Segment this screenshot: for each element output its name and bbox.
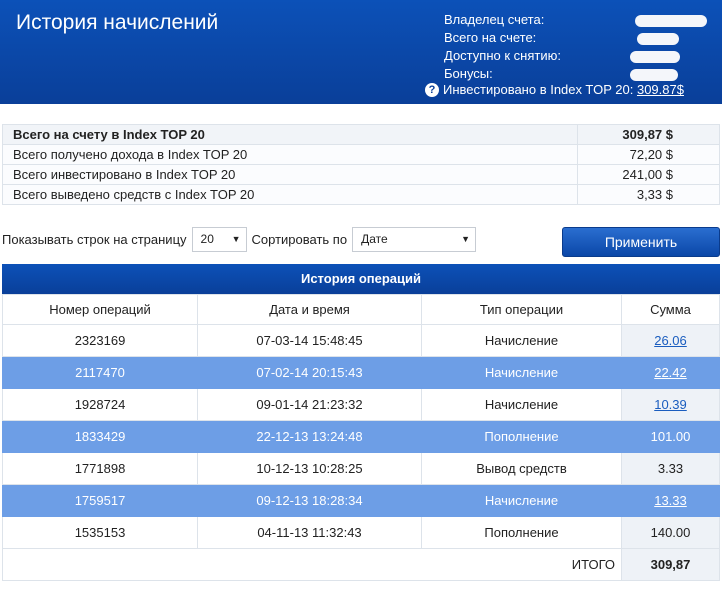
cell-id: 1535153 xyxy=(2,516,198,549)
cell-id: 2323169 xyxy=(2,324,198,357)
operations-table: История операций Номер операций Дата и в… xyxy=(2,264,720,581)
invested-label: Инвестировано в Index TOP 20: xyxy=(443,82,634,97)
owner-label: Владелец счета: xyxy=(444,12,545,27)
cell-id: 1928724 xyxy=(2,388,198,421)
page-header: История начислений Владелец счета: Всего… xyxy=(0,0,722,104)
table-header-row: Номер операций Дата и время Тип операции… xyxy=(2,294,720,325)
summary-table: Всего на счету в Index TOP 20 309,87 $ В… xyxy=(2,124,720,205)
table-row: 1759517 09-12-13 18:28:34 Начисление 13.… xyxy=(2,484,720,517)
cell-type: Начисление xyxy=(421,484,622,517)
invested-link[interactable]: 309.87$ xyxy=(637,82,684,97)
table-row: 1771898 10-12-13 10:28:25 Вывод средств … xyxy=(2,452,720,485)
table-row: 1833429 22-12-13 13:24:48 Пополнение 101… xyxy=(2,420,720,453)
sort-select[interactable]: Дате ▼ xyxy=(352,226,477,252)
filter-controls: Показывать строк на страницу 20 ▼ Сортир… xyxy=(2,226,477,252)
redacted-bonus xyxy=(630,69,678,81)
summary-value: 3,33 $ xyxy=(577,184,720,205)
operations-caption: История операций xyxy=(2,264,720,294)
cell-amount: 10.39 xyxy=(621,388,720,421)
cell-type: Вывод средств xyxy=(421,452,622,485)
column-header-amount: Сумма xyxy=(621,294,720,325)
column-header-type: Тип операции xyxy=(421,294,622,325)
total-value: 309,87 xyxy=(621,548,720,581)
summary-row: Всего получено дохода в Index TOP 20 72,… xyxy=(2,144,720,165)
page-title: История начислений xyxy=(16,11,219,34)
table-row: 1928724 09-01-14 21:23:32 Начисление 10.… xyxy=(2,388,720,421)
rows-per-page-label: Показывать строк на страницу xyxy=(2,231,187,247)
cell-amount: 13.33 xyxy=(621,484,720,517)
redacted-available xyxy=(630,51,680,63)
invested-row: ? Инвестировано в Index TOP 20: 309.87$ xyxy=(425,82,684,98)
account-info: Владелец счета: Всего на счете: Доступно… xyxy=(444,11,561,83)
cell-id: 2117470 xyxy=(2,356,198,389)
cell-amount: 26.06 xyxy=(621,324,720,357)
total-label: ИТОГО xyxy=(2,548,622,581)
available-label: Доступно к снятию: xyxy=(444,48,561,63)
sort-label: Сортировать по xyxy=(251,231,348,247)
cell-date: 09-01-14 21:23:32 xyxy=(197,388,422,421)
cell-id: 1759517 xyxy=(2,484,198,517)
amount-link[interactable]: 26.06 xyxy=(654,333,687,348)
cell-type: Начисление xyxy=(421,324,622,357)
column-header-id: Номер операций xyxy=(2,294,198,325)
redacted-total xyxy=(637,33,679,45)
sort-value: Дате xyxy=(361,231,388,246)
summary-label: Всего выведено средств с Index TOP 20 xyxy=(2,184,578,205)
total-row: ИТОГО 309,87 xyxy=(2,548,720,581)
amount-link[interactable]: 13.33 xyxy=(654,493,687,508)
cell-type: Пополнение xyxy=(421,516,622,549)
summary-label: Всего на счету в Index TOP 20 xyxy=(2,124,578,145)
summary-row: Всего инвестировано в Index TOP 20 241,0… xyxy=(2,164,720,185)
cell-type: Пополнение xyxy=(421,420,622,453)
amount-link[interactable]: 10.39 xyxy=(654,397,687,412)
cell-date: 09-12-13 18:28:34 xyxy=(197,484,422,517)
apply-button[interactable]: Применить xyxy=(562,227,720,257)
rows-per-page-select[interactable]: 20 ▼ xyxy=(191,226,247,252)
cell-id: 1771898 xyxy=(2,452,198,485)
cell-date: 07-03-14 15:48:45 xyxy=(197,324,422,357)
table-row: 1535153 04-11-13 11:32:43 Пополнение 140… xyxy=(2,516,720,549)
table-row: 2323169 07-03-14 15:48:45 Начисление 26.… xyxy=(2,324,720,357)
summary-label: Всего инвестировано в Index TOP 20 xyxy=(2,164,578,185)
summary-value: 309,87 $ xyxy=(577,124,720,145)
summary-label: Всего получено дохода в Index TOP 20 xyxy=(2,144,578,165)
cell-id: 1833429 xyxy=(2,420,198,453)
summary-row: Всего выведено средств с Index TOP 20 3,… xyxy=(2,184,720,205)
summary-value: 72,20 $ xyxy=(577,144,720,165)
redacted-owner xyxy=(635,15,707,27)
cell-type: Начисление xyxy=(421,356,622,389)
cell-date: 22-12-13 13:24:48 xyxy=(197,420,422,453)
table-row: 2117470 07-02-14 20:15:43 Начисление 22.… xyxy=(2,356,720,389)
cell-date: 04-11-13 11:32:43 xyxy=(197,516,422,549)
cell-amount: 3.33 xyxy=(621,452,720,485)
cell-amount: 22.42 xyxy=(621,356,720,389)
amount-link[interactable]: 22.42 xyxy=(654,365,687,380)
column-header-date: Дата и время xyxy=(197,294,422,325)
cell-type: Начисление xyxy=(421,388,622,421)
cell-date: 07-02-14 20:15:43 xyxy=(197,356,422,389)
summary-value: 241,00 $ xyxy=(577,164,720,185)
rows-per-page-value: 20 xyxy=(200,231,214,246)
total-label: Всего на счете: xyxy=(444,30,537,45)
help-icon[interactable]: ? xyxy=(425,83,439,97)
chevron-down-icon: ▼ xyxy=(461,233,471,244)
bonus-label: Бонусы: xyxy=(444,66,493,81)
cell-date: 10-12-13 10:28:25 xyxy=(197,452,422,485)
chevron-down-icon: ▼ xyxy=(231,233,241,244)
cell-amount: 140.00 xyxy=(621,516,720,549)
cell-amount: 101.00 xyxy=(621,420,720,453)
summary-row: Всего на счету в Index TOP 20 309,87 $ xyxy=(2,124,720,145)
